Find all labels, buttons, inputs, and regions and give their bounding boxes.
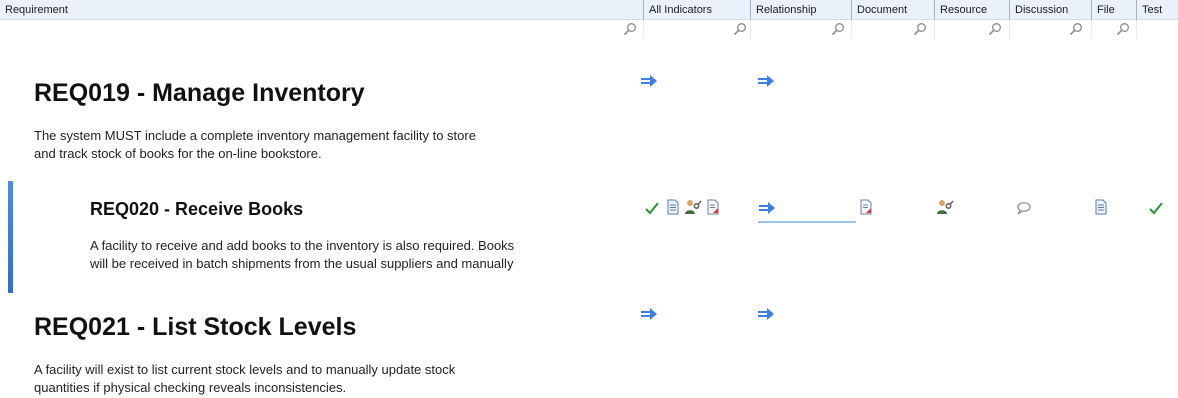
- requirement-title[interactable]: REQ021 - List Stock Levels: [34, 313, 356, 342]
- description-line: will be received in batch shipments from…: [90, 256, 514, 271]
- file-icon[interactable]: [705, 199, 721, 215]
- column-header-file[interactable]: File: [1091, 0, 1136, 20]
- filter-divider: [934, 20, 935, 39]
- arrow-right-icon[interactable]: [757, 73, 775, 89]
- column-header-requirement[interactable]: Requirement: [0, 0, 643, 20]
- column-header-all-indicators[interactable]: All Indicators: [643, 0, 750, 20]
- column-header-relationship[interactable]: Relationship: [750, 0, 851, 20]
- filter-divider: [851, 20, 852, 39]
- description-line: quantities if physical checking reveals …: [34, 380, 347, 395]
- resource-icon[interactable]: [936, 198, 954, 216]
- requirement-title[interactable]: REQ020 - Receive Books: [90, 199, 303, 220]
- filter-divider: [643, 20, 644, 39]
- column-header-document[interactable]: Document: [851, 0, 934, 20]
- requirement-title[interactable]: REQ019 - Manage Inventory: [34, 79, 365, 108]
- filter-divider: [750, 20, 751, 39]
- arrow-right-icon[interactable]: [757, 306, 775, 322]
- search-icon[interactable]: [1116, 22, 1130, 36]
- search-icon[interactable]: [733, 22, 747, 36]
- requirement-description: A facility will exist to list current st…: [34, 361, 634, 397]
- arrow-right-icon[interactable]: [640, 73, 658, 89]
- filter-divider: [1091, 20, 1092, 39]
- search-icon[interactable]: [1069, 22, 1083, 36]
- check-icon[interactable]: [644, 200, 660, 216]
- grid-header: Requirement All Indicators Relationship …: [0, 0, 1178, 20]
- column-header-test[interactable]: Test: [1136, 0, 1178, 20]
- description-line: A facility will exist to list current st…: [34, 362, 456, 377]
- filter-divider: [1136, 20, 1137, 39]
- column-header-resource[interactable]: Resource: [934, 0, 1009, 20]
- description-line: A facility to receive and add books to t…: [90, 238, 515, 253]
- document-icon[interactable]: [1093, 199, 1109, 215]
- document-icon[interactable]: [665, 199, 681, 215]
- search-icon[interactable]: [913, 22, 927, 36]
- resource-icon[interactable]: [684, 198, 702, 216]
- arrow-right-icon[interactable]: [758, 200, 776, 216]
- column-header-discussion[interactable]: Discussion: [1009, 0, 1091, 20]
- discussion-icon[interactable]: [1016, 200, 1032, 216]
- requirement-description: A facility to receive and add books to t…: [90, 237, 630, 273]
- row-selection-indicator: [8, 181, 13, 293]
- relationship-cell-underline: [758, 221, 856, 223]
- search-icon[interactable]: [623, 22, 637, 36]
- search-icon[interactable]: [831, 22, 845, 36]
- search-icon[interactable]: [988, 22, 1002, 36]
- arrow-right-icon[interactable]: [640, 306, 658, 322]
- requirement-description: The system MUST include a complete inven…: [34, 127, 634, 163]
- file-icon[interactable]: [858, 199, 874, 215]
- description-line: and track stock of books for the on-line…: [34, 146, 322, 161]
- description-line: The system MUST include a complete inven…: [34, 128, 476, 143]
- filter-divider: [1009, 20, 1010, 39]
- check-icon[interactable]: [1148, 200, 1164, 216]
